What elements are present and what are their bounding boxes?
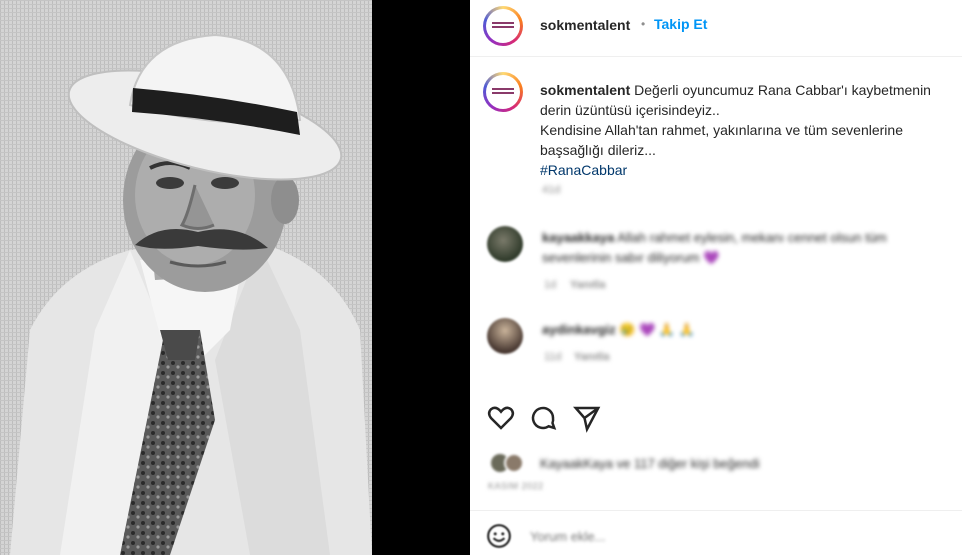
comment-1-emoji: 💜 <box>703 250 720 265</box>
post-caption: sokmentalent Değerli oyuncumuz Rana Cabb… <box>540 80 960 180</box>
reply-button[interactable]: Yanıtla <box>570 279 605 291</box>
portrait-image <box>0 0 372 555</box>
comment-input[interactable] <box>528 523 932 549</box>
post-header: sokmentalent • Takip Et <box>470 0 962 57</box>
share-icon[interactable] <box>572 403 602 433</box>
separator-dot: • <box>641 17 646 31</box>
post-date: KASIM 2022 <box>488 481 544 491</box>
comment-avatar[interactable] <box>487 318 523 354</box>
caption-line-2: derin üzüntüsü içerisindeyiz.. <box>540 102 720 118</box>
account-avatar[interactable] <box>483 6 523 46</box>
comment-2-emojis: 😢 💜 🙏 🙏 <box>619 322 695 337</box>
comment-2-text: aydinkavgiz 😢 💜 🙏 🙏 <box>542 320 695 340</box>
header-username[interactable]: sokmentalent <box>540 17 630 33</box>
caption-username[interactable]: sokmentalent <box>540 82 630 98</box>
letterbox-gap <box>372 0 470 555</box>
hashtag-link[interactable]: #RanaCabbar <box>540 162 627 178</box>
brand-logo-icon <box>492 22 514 30</box>
comment-box <box>470 510 962 555</box>
comment-username[interactable]: kayaakkaya <box>542 230 614 245</box>
caption-avatar[interactable] <box>483 72 523 112</box>
comment-1-line-1: Allah rahmet eylesin, mekanı cennet olsu… <box>617 230 887 245</box>
caption-line-4: başsağlığı dileriz... <box>540 142 656 158</box>
reply-button[interactable]: Yanıtla <box>574 351 609 363</box>
heart-icon[interactable] <box>486 403 516 433</box>
comment-avatar[interactable] <box>487 226 523 262</box>
liker-avatars-image <box>491 453 524 473</box>
caption-line-3: Kendisine Allah'tan rahmet, yakınlarına … <box>540 122 903 138</box>
caption-line-1: Değerli oyuncumuz Rana Cabbar'ı kaybetme… <box>634 82 931 98</box>
comment-1-line-2: sevenlerinin sabır diliyorum <box>542 250 700 265</box>
liker-avatars[interactable] <box>490 452 528 474</box>
post-photo <box>0 0 372 555</box>
comment-icon[interactable] <box>528 403 558 433</box>
follow-button[interactable]: Takip Et <box>654 16 707 32</box>
comment-1-text: kayaakkaya Allah rahmet eylesin, mekanı … <box>542 228 887 268</box>
comment-username[interactable]: aydinkavgiz <box>542 322 616 337</box>
comment-time: 1d <box>544 279 557 291</box>
likes-summary[interactable]: KayaakKaya ve 117 diğer kişi beğendi <box>540 456 759 471</box>
caption-timestamp: 41d <box>542 184 561 196</box>
post-panel: sokmentalent • Takip Et sokmentalent Değ… <box>470 0 962 555</box>
post-viewer: sokmentalent • Takip Et sokmentalent Değ… <box>0 0 962 555</box>
brand-logo-icon <box>492 88 514 96</box>
emoji-icon[interactable] <box>486 523 512 549</box>
comment-time: 11d <box>544 351 562 363</box>
